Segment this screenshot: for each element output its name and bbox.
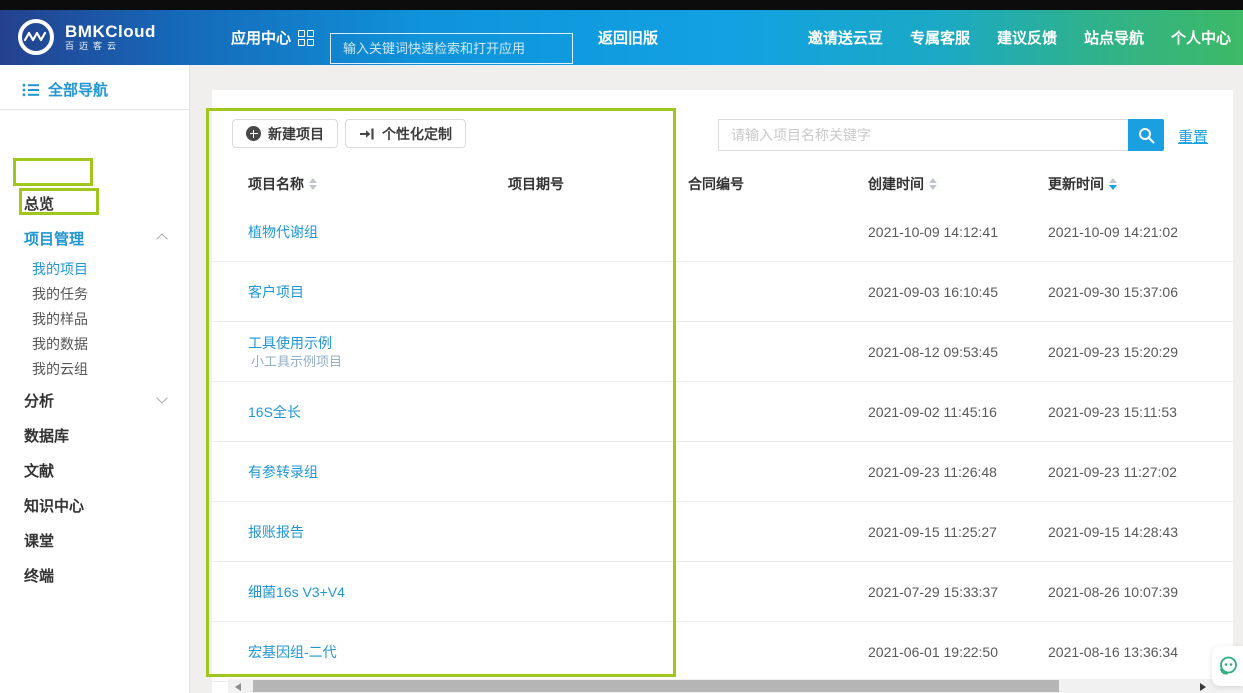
- sidebar-item-classroom[interactable]: 课堂: [24, 530, 54, 551]
- sidebar-item-my-samples[interactable]: 我的样品: [32, 309, 88, 329]
- brand-name-cn: 百迈客云: [65, 41, 156, 52]
- project-search-input[interactable]: [718, 119, 1128, 151]
- top-header-bar: BMKCloud 百迈客云 应用中心 返回旧版 邀请送云豆 专属客服 建议反馈 …: [0, 10, 1243, 65]
- sidebar-item-terminal[interactable]: 终端: [24, 565, 54, 586]
- sidebar-all-nav[interactable]: 全部导航: [22, 79, 108, 100]
- table-row: 宏基因组-二代 2021-06-01 19:22:50 2021-08-16 1…: [212, 622, 1233, 682]
- sidebar-item-database[interactable]: 数据库: [24, 425, 69, 446]
- table-header: 项目名称 项目期号 合同编号 创建时间 更新时间: [212, 166, 1233, 202]
- table-row: 报账报告 2021-09-15 11:25:27 2021-09-15 14:2…: [212, 502, 1233, 562]
- scroll-right-arrow-icon[interactable]: [1200, 683, 1206, 691]
- sidebar-item-knowledge-center[interactable]: 知识中心: [24, 495, 84, 516]
- plus-circle-icon: [246, 126, 261, 141]
- created-time: 2021-07-29 15:33:37: [868, 562, 998, 622]
- sidebar-item-literature[interactable]: 文献: [24, 460, 54, 481]
- main-content-card: 新建项目 个性化定制 重置 项目名称 项目期号: [212, 90, 1233, 693]
- project-subname: 小工具示例项目: [248, 353, 342, 371]
- table-row: 有参转录组 2021-09-23 11:26:48 2021-09-23 11:…: [212, 442, 1233, 502]
- header-links: 邀请送云豆 专属客服 建议反馈 站点导航 个人中心: [808, 10, 1231, 65]
- created-time: 2021-06-01 19:22:50: [868, 622, 998, 682]
- sidebar-item-my-cloud-group[interactable]: 我的云组: [32, 359, 88, 379]
- sidebar-item-project-management[interactable]: 项目管理: [24, 228, 84, 249]
- headset-smiley-icon: [1217, 655, 1239, 677]
- sidebar-item-my-tasks[interactable]: 我的任务: [32, 284, 88, 304]
- project-name-link[interactable]: 宏基因组-二代: [248, 643, 337, 662]
- app-grid-icon: [298, 30, 314, 46]
- all-nav-label: 全部导航: [48, 79, 108, 100]
- updated-time: 2021-08-16 13:36:34: [1048, 622, 1178, 682]
- created-time: 2021-09-15 11:25:27: [868, 502, 997, 562]
- column-header-project-name[interactable]: 项目名称: [248, 166, 317, 202]
- enter-arrow-icon: [359, 127, 375, 141]
- list-icon: [22, 83, 40, 97]
- horizontal-scrollbar[interactable]: [228, 679, 1243, 693]
- updated-time: 2021-08-26 10:07:39: [1048, 562, 1178, 622]
- sort-icon-updated-time[interactable]: [1109, 178, 1117, 190]
- sidebar-item-overview[interactable]: 总览: [24, 193, 54, 214]
- sidebar-item-analysis[interactable]: 分析: [24, 390, 54, 411]
- project-name-link[interactable]: 植物代谢组: [248, 223, 318, 242]
- header-link-personal-center[interactable]: 个人中心: [1171, 27, 1231, 48]
- created-time: 2021-09-03 16:10:45: [868, 262, 998, 322]
- column-header-created-time[interactable]: 创建时间: [868, 166, 937, 202]
- column-header-project-period: 项目期号: [508, 166, 564, 202]
- chevron-up-icon[interactable]: [156, 233, 167, 244]
- updated-time: 2021-09-23 15:11:53: [1048, 382, 1177, 442]
- brand-logo[interactable]: BMKCloud 百迈客云: [16, 17, 156, 57]
- updated-time: 2021-09-15 14:28:43: [1048, 502, 1178, 562]
- sidebar-item-my-data[interactable]: 我的数据: [32, 334, 88, 354]
- table-row: 客户项目 2021-09-03 16:10:45 2021-09-30 15:3…: [212, 262, 1233, 322]
- browser-top-strip: [0, 0, 1243, 10]
- sort-icon-project-name[interactable]: [309, 178, 317, 190]
- bmk-logo-icon: [16, 17, 56, 57]
- project-name-link[interactable]: 有参转录组: [248, 463, 318, 482]
- app-center-label: 应用中心: [231, 27, 291, 48]
- table-row: 植物代谢组 2021-10-09 14:12:41 2021-10-09 14:…: [212, 202, 1233, 262]
- customer-service-widget[interactable]: [1212, 646, 1243, 686]
- updated-time: 2021-10-09 14:21:02: [1048, 202, 1178, 262]
- sidebar-divider: [0, 109, 189, 110]
- search-icon: [1138, 127, 1155, 144]
- header-link-support[interactable]: 专属客服: [910, 27, 970, 48]
- brand-text: BMKCloud 百迈客云: [65, 23, 156, 52]
- project-name-link[interactable]: 16S全长: [248, 403, 301, 422]
- updated-time: 2021-09-30 15:37:06: [1048, 262, 1178, 322]
- project-name-link[interactable]: 工具使用示例: [248, 334, 342, 353]
- header-link-sitemap[interactable]: 站点导航: [1084, 27, 1144, 48]
- project-name-link[interactable]: 报账报告: [248, 523, 304, 542]
- created-time: 2021-09-02 11:45:16: [868, 382, 997, 442]
- sidebar: 全部导航 总览 项目管理 我的项目 我的任务 我的样品 我的数据 我的云组 分析…: [0, 65, 190, 693]
- project-name-link[interactable]: 细菌16s V3+V4: [248, 583, 345, 602]
- brand-name: BMKCloud: [65, 23, 156, 41]
- app-center-menu[interactable]: 应用中心: [231, 10, 314, 65]
- table-body: 植物代谢组 2021-10-09 14:12:41 2021-10-09 14:…: [212, 202, 1233, 682]
- scroll-left-arrow-icon[interactable]: [235, 683, 241, 691]
- created-time: 2021-09-23 11:26:48: [868, 442, 997, 502]
- header-link-feedback[interactable]: 建议反馈: [997, 27, 1057, 48]
- created-time: 2021-10-09 14:12:41: [868, 202, 998, 262]
- table-row: 细菌16s V3+V4 2021-07-29 15:33:37 2021-08-…: [212, 562, 1233, 622]
- search-button[interactable]: [1128, 119, 1164, 151]
- bmkcloud-app: BMKCloud 百迈客云 应用中心 返回旧版 邀请送云豆 专属客服 建议反馈 …: [0, 0, 1243, 693]
- back-to-old-version-link[interactable]: 返回旧版: [598, 10, 658, 65]
- column-header-updated-time[interactable]: 更新时间: [1048, 166, 1117, 202]
- project-name-link[interactable]: 客户项目: [248, 283, 304, 302]
- updated-time: 2021-09-23 15:20:29: [1048, 322, 1178, 382]
- scrollbar-thumb[interactable]: [253, 680, 1059, 692]
- column-header-contract-no: 合同编号: [688, 166, 744, 202]
- new-project-label: 新建项目: [268, 124, 324, 144]
- customize-button[interactable]: 个性化定制: [345, 119, 466, 148]
- sidebar-item-my-projects[interactable]: 我的项目: [32, 259, 88, 279]
- created-time: 2021-08-12 09:53:45: [868, 322, 998, 382]
- table-row: 工具使用示例小工具示例项目 2021-08-12 09:53:45 2021-0…: [212, 322, 1233, 382]
- new-project-button[interactable]: 新建项目: [232, 119, 338, 148]
- app-search-input[interactable]: [330, 33, 573, 64]
- sort-icon-created-time[interactable]: [929, 178, 937, 190]
- header-link-invite[interactable]: 邀请送云豆: [808, 27, 883, 48]
- table-row: 16S全长 2021-09-02 11:45:16 2021-09-23 15:…: [212, 382, 1233, 442]
- customize-label: 个性化定制: [382, 124, 452, 144]
- chevron-down-icon[interactable]: [156, 392, 167, 403]
- updated-time: 2021-09-23 11:27:02: [1048, 442, 1177, 502]
- reset-link[interactable]: 重置: [1178, 126, 1208, 147]
